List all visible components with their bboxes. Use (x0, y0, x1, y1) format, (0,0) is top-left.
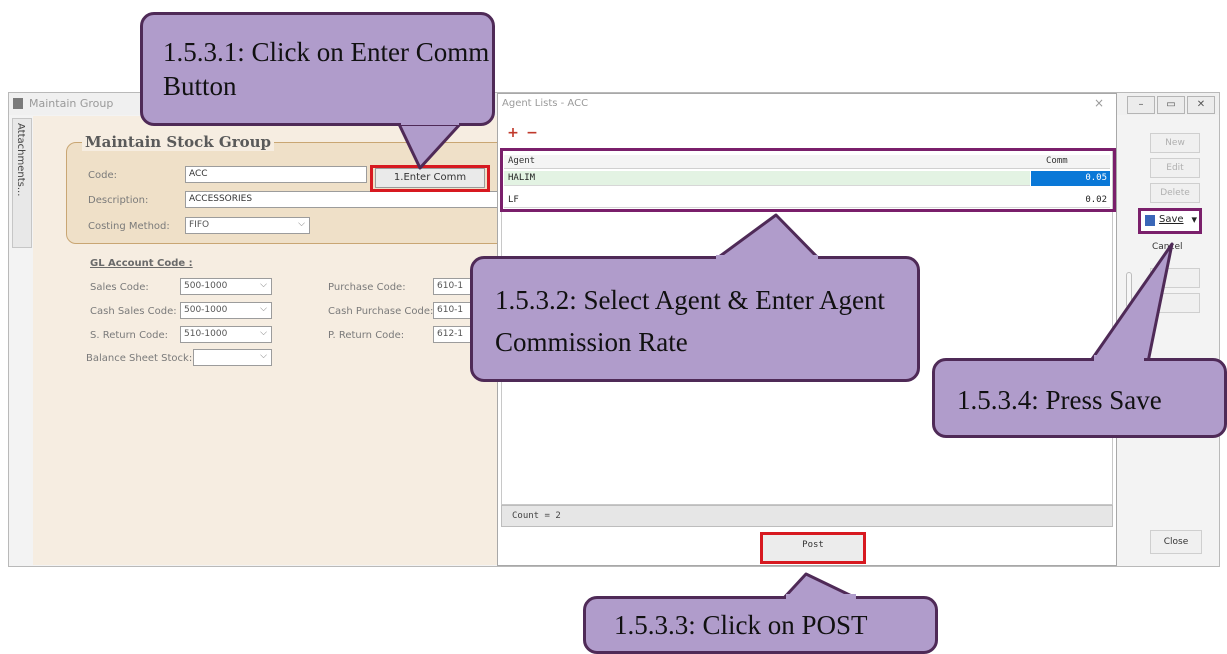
pointer-seam (1094, 355, 1144, 361)
pointer-seam (786, 594, 856, 600)
pointer-seam (716, 255, 818, 260)
callout-select-agent: 1.5.3.2: Select Agent & Enter Agent Comm… (470, 256, 920, 382)
pointer-seam (401, 119, 459, 125)
callout-save: 1.5.3.4: Press Save (932, 358, 1227, 438)
callout-enter-comm: 1.5.3.1: Click on Enter Comm Button (140, 12, 495, 126)
callout-post: 1.5.3.3: Click on POST (583, 596, 938, 654)
